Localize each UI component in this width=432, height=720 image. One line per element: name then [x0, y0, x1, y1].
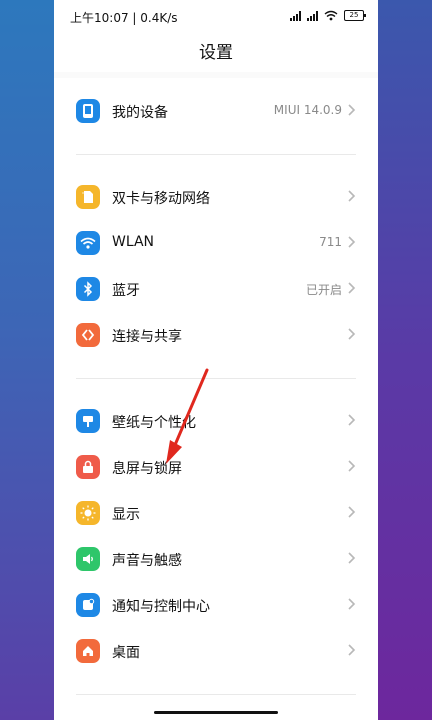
wifi-status-icon	[324, 10, 338, 21]
chevron-right-icon	[348, 598, 356, 610]
chevron-right-icon	[348, 460, 356, 472]
sim-card-icon	[76, 185, 100, 209]
status-icons: 25	[290, 10, 366, 21]
settings-item-label: 壁纸与个性化	[112, 415, 196, 431]
group-divider	[76, 154, 356, 155]
group-divider	[76, 694, 356, 695]
chevron-right-icon	[348, 644, 356, 656]
settings-item-label: 声音与触感	[112, 553, 182, 569]
signal-icon	[290, 10, 301, 21]
settings-item-wallpaper[interactable]: 壁纸与个性化	[54, 398, 378, 444]
chevron-right-icon	[348, 506, 356, 518]
settings-item-dual-sim[interactable]: 双卡与移动网络	[54, 174, 378, 220]
settings-item-display[interactable]: 显示	[54, 490, 378, 536]
settings-item-connection-share[interactable]: 连接与共享	[54, 312, 378, 358]
chevron-right-icon	[348, 190, 356, 202]
signal-2-icon	[307, 10, 318, 21]
phone-icon	[76, 99, 100, 123]
settings-item-label: 通知与控制中心	[112, 599, 210, 615]
chevron-right-icon	[348, 414, 356, 426]
connection-share-icon	[76, 323, 100, 347]
settings-item-my-device[interactable]: 我的设备 MIUI 14.0.9	[54, 88, 378, 134]
right-background-band	[378, 0, 432, 720]
wifi-icon	[76, 231, 100, 255]
lock-icon	[76, 455, 100, 479]
settings-item-label: 连接与共享	[112, 329, 182, 345]
left-background-band	[0, 0, 54, 720]
settings-item-value: MIUI 14.0.9	[273, 103, 342, 117]
settings-screen: 上午10:07 | 0.4K/s 25 设置 我的设备 MIUI 14.0.9 …	[54, 0, 378, 720]
settings-item-label: 蓝牙	[112, 283, 140, 299]
chevron-right-icon	[348, 328, 356, 340]
sun-icon	[76, 501, 100, 525]
settings-item-label: WLAN	[112, 234, 155, 250]
status-time-speed: 上午10:07 | 0.4K/s	[70, 11, 178, 25]
settings-item-notifications[interactable]: 通知与控制中心	[54, 582, 378, 628]
status-bar: 上午10:07 | 0.4K/s 25	[54, 0, 378, 32]
wallpaper-icon	[76, 409, 100, 433]
settings-item-label: 桌面	[112, 645, 140, 661]
settings-item-label: 我的设备	[112, 105, 168, 121]
settings-item-sound[interactable]: 声音与触感	[54, 536, 378, 582]
settings-item-value: 711	[319, 235, 342, 249]
bluetooth-icon	[76, 277, 100, 301]
settings-item-lock-screen[interactable]: 息屏与锁屏	[54, 444, 378, 490]
settings-item-label: 息屏与锁屏	[112, 461, 182, 477]
speaker-icon	[76, 547, 100, 571]
home-icon	[76, 639, 100, 663]
chevron-right-icon	[348, 236, 356, 248]
home-indicator[interactable]	[154, 711, 278, 714]
scroll-fade	[54, 72, 378, 78]
battery-icon: 25	[344, 10, 366, 21]
settings-item-label: 显示	[112, 507, 140, 523]
settings-item-label: 双卡与移动网络	[112, 191, 210, 207]
page-title: 设置	[199, 43, 233, 63]
settings-item-value: 已开启	[305, 283, 342, 297]
group-divider	[76, 378, 356, 379]
settings-item-bluetooth[interactable]: 蓝牙 已开启	[54, 266, 378, 312]
settings-item-wlan[interactable]: WLAN 711	[54, 220, 378, 266]
settings-item-home-screen[interactable]: 桌面	[54, 628, 378, 674]
chevron-right-icon	[348, 104, 356, 116]
notification-icon	[76, 593, 100, 617]
chevron-right-icon	[348, 552, 356, 564]
chevron-right-icon	[348, 282, 356, 294]
